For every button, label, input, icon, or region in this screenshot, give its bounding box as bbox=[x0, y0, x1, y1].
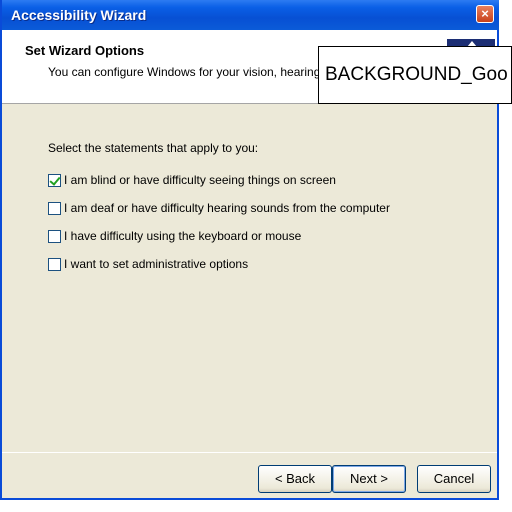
title-bar[interactable]: Accessibility Wizard × bbox=[2, 0, 499, 30]
options-prompt: Select the statements that apply to you: bbox=[48, 141, 259, 155]
option-blind-label: I am blind or have difficulty seeing thi… bbox=[64, 173, 336, 187]
close-button[interactable]: × bbox=[476, 5, 494, 23]
back-button[interactable]: < Back bbox=[258, 465, 332, 493]
page-title: Set Wizard Options bbox=[25, 43, 145, 58]
option-blind[interactable]: I am blind or have difficulty seeing thi… bbox=[48, 172, 336, 188]
checkbox-admin[interactable] bbox=[48, 257, 61, 271]
button-divider bbox=[2, 452, 497, 453]
option-deaf[interactable]: I am deaf or have difficulty hearing sou… bbox=[48, 200, 390, 216]
overlay-label: BACKGROUND_Goo bbox=[318, 46, 512, 104]
option-admin[interactable]: I want to set administrative options bbox=[48, 256, 248, 272]
checkbox-deaf[interactable] bbox=[48, 201, 61, 215]
option-deaf-label: I am deaf or have difficulty hearing sou… bbox=[64, 201, 390, 215]
window-title: Accessibility Wizard bbox=[11, 7, 147, 23]
next-button[interactable]: Next > bbox=[332, 465, 406, 493]
page-subtitle: You can configure Windows for your visio… bbox=[48, 65, 323, 79]
option-keyboard-mouse-label: I have difficulty using the keyboard or … bbox=[64, 229, 302, 243]
checkbox-blind[interactable] bbox=[48, 173, 61, 187]
option-admin-label: I want to set administrative options bbox=[64, 257, 249, 271]
checkbox-keyboard-mouse[interactable] bbox=[48, 229, 61, 243]
option-keyboard-mouse[interactable]: I have difficulty using the keyboard or … bbox=[48, 228, 301, 244]
close-icon: × bbox=[481, 6, 489, 21]
cancel-button[interactable]: Cancel bbox=[417, 465, 491, 493]
